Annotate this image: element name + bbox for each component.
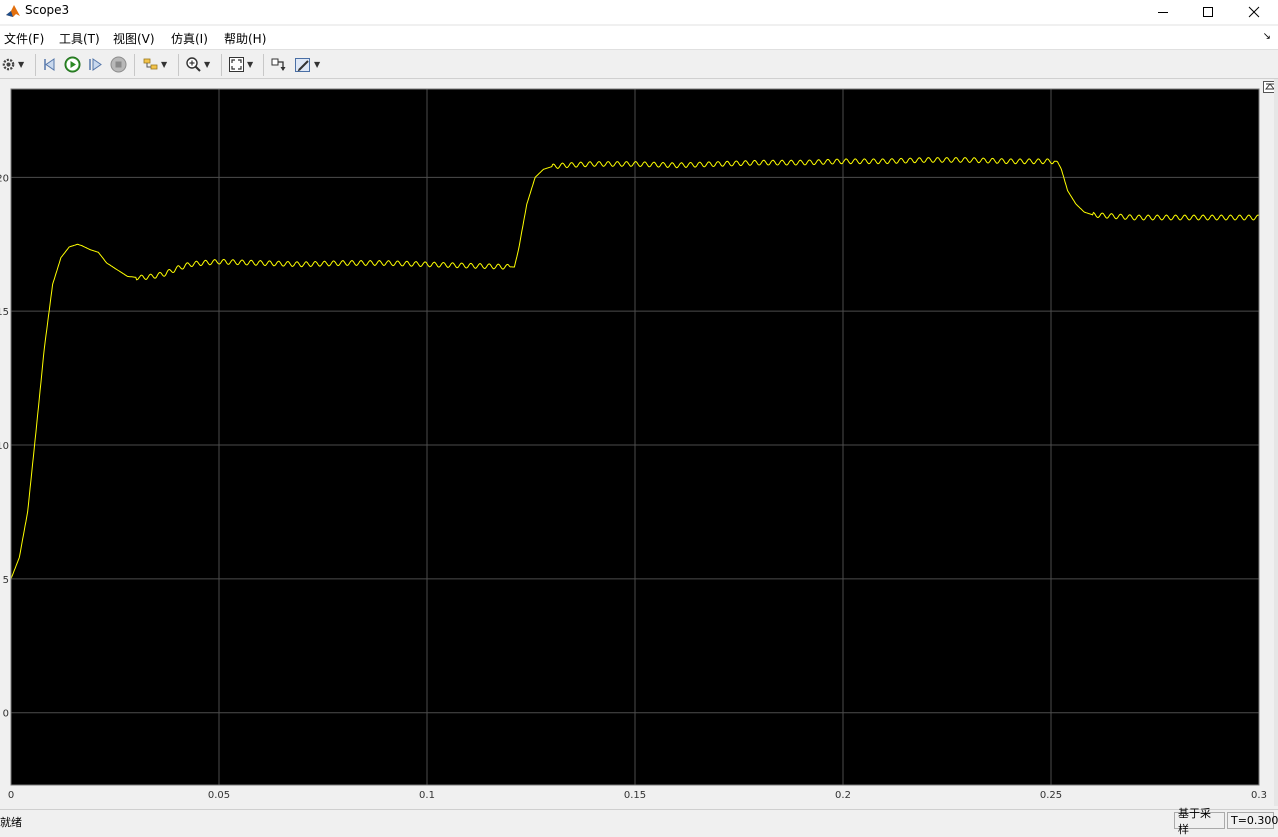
menu-simulation[interactable]: 仿真(I) — [171, 30, 208, 47]
highlight-block-icon — [271, 58, 286, 71]
step-forward-icon — [89, 58, 102, 71]
sim-time-indicator: T=0.300 — [1227, 812, 1278, 829]
signal-select-dropdown-icon: ▼ — [161, 60, 168, 69]
x-tick-label: 0.05 — [208, 790, 230, 801]
matlab-logo-icon — [5, 3, 21, 19]
settings-icon — [2, 58, 15, 71]
window-edge — [1274, 79, 1278, 806]
y-tick-label: 15 — [0, 307, 9, 318]
run-icon — [64, 56, 81, 73]
zoom-dropdown-icon: ▼ — [204, 60, 211, 69]
title-bar: Scope3 — [0, 0, 1278, 24]
y-tick-label: 5 — [3, 575, 9, 586]
toolbar: ▼ ▼ ▼ ▼ ▼ — [0, 51, 1278, 79]
y-tick-label: 20 — [0, 173, 9, 184]
x-tick-label: 0.25 — [1040, 790, 1062, 801]
menu-help[interactable]: 帮助(H) — [224, 30, 266, 47]
status-ready-text: 就绪 — [0, 816, 22, 829]
close-button[interactable] — [1231, 0, 1277, 24]
x-tick-label: 0.3 — [1251, 790, 1267, 801]
x-tick-label: 0 — [8, 790, 14, 801]
scope-plot[interactable]: 0 0.05 0.1 0.15 0.2 0.25 0.3 0 5 10 15 20 — [0, 79, 1278, 806]
toolbar-separator — [221, 54, 222, 76]
menu-view[interactable]: 视图(V) — [113, 30, 155, 47]
style-icon — [295, 57, 310, 72]
minimize-button[interactable] — [1140, 0, 1186, 24]
y-tick-label: 10 — [0, 441, 9, 452]
toolbar-separator — [35, 54, 36, 76]
dock-arrow-icon[interactable]: ↘ — [1263, 31, 1271, 42]
minimize-icon — [1158, 12, 1168, 13]
toolbar-separator — [263, 54, 264, 76]
x-tick-label: 0.1 — [419, 790, 435, 801]
step-back-icon — [44, 58, 55, 71]
x-tick-label: 0.15 — [624, 790, 646, 801]
menu-tools[interactable]: 工具(T) — [59, 30, 100, 47]
run-button[interactable] — [64, 55, 81, 74]
close-icon — [1248, 6, 1260, 18]
fit-view-button[interactable]: ▼ — [228, 55, 253, 74]
maximize-icon — [1203, 7, 1213, 17]
settings-button[interactable]: ▼ — [1, 55, 24, 74]
step-back-button[interactable] — [42, 55, 59, 74]
toolbar-separator — [134, 54, 135, 76]
zoom-button[interactable]: ▼ — [185, 55, 210, 74]
window-title: Scope3 — [25, 3, 70, 17]
fit-view-dropdown-icon: ▼ — [247, 60, 254, 69]
x-tick-label: 0.2 — [835, 790, 851, 801]
maximize-button[interactable] — [1185, 0, 1231, 24]
signal-select-button[interactable]: ▼ — [142, 55, 167, 74]
stop-icon — [110, 56, 127, 73]
settings-dropdown-icon: ▼ — [18, 60, 25, 69]
menu-file[interactable]: 文件(F) — [4, 30, 44, 47]
highlight-block-button[interactable] — [270, 55, 287, 74]
y-tick-label: 0 — [3, 709, 9, 720]
fit-view-icon — [229, 57, 244, 72]
style-dropdown-icon: ▼ — [314, 60, 321, 69]
stop-button[interactable] — [110, 55, 127, 74]
toolbar-separator — [178, 54, 179, 76]
zoom-icon — [186, 57, 201, 72]
status-bar: 就绪 基于采样 T=0.300 — [0, 807, 1278, 836]
scope-panel: 0 0.05 0.1 0.15 0.2 0.25 0.3 0 5 10 15 20 — [0, 79, 1278, 806]
menu-bar: 文件(F) 工具(T) 视图(V) 仿真(I) 帮助(H) ↘ — [0, 26, 1278, 50]
step-forward-button[interactable] — [87, 55, 104, 74]
style-button[interactable]: ▼ — [294, 55, 320, 74]
sample-mode-indicator: 基于采样 — [1174, 807, 1225, 836]
signal-select-icon — [143, 58, 158, 70]
